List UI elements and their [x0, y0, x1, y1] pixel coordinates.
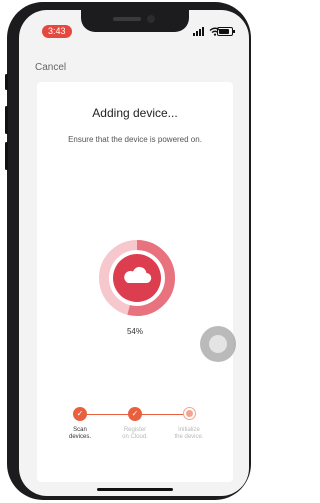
step-2-label-line2: on Cloud.: [122, 434, 148, 440]
speaker-grille: [113, 17, 141, 21]
volume-up-button: [5, 106, 8, 134]
check-icon: ✓: [131, 409, 139, 418]
status-time: 3:43: [42, 25, 72, 38]
step-indicator: ✓ Scan devices. ✓ Register on Cloud. Ini…: [37, 407, 233, 447]
step-1-status: ✓: [73, 407, 87, 421]
home-indicator[interactable]: [97, 488, 173, 491]
step-3-label-line1: Initialize: [178, 427, 200, 433]
instruction-text: Ensure that the device is powered on.: [68, 135, 202, 144]
phone-frame: 3:43 Cancel Adding device... Ensure that…: [5, 2, 251, 500]
notch: [81, 10, 189, 32]
progress-ring: [99, 240, 175, 316]
status-icons: [193, 26, 235, 36]
step-3-label-line2: the device.: [174, 434, 204, 440]
step-3-label: Initialize the device.: [164, 427, 214, 441]
phone-screen: 3:43 Cancel Adding device... Ensure that…: [19, 10, 249, 496]
adding-device-card: Adding device... Ensure that the device …: [37, 82, 233, 482]
step-1-label: Scan devices.: [55, 427, 105, 441]
cancel-button[interactable]: Cancel: [35, 62, 66, 73]
battery-icon: [217, 27, 235, 36]
check-icon: ✓: [76, 409, 84, 418]
step-1-label-line2: devices.: [68, 434, 91, 440]
front-camera: [147, 15, 155, 23]
step-1-label-line1: Scan: [73, 427, 87, 433]
step-2-label: Register on Cloud.: [110, 427, 160, 441]
assistive-touch-icon: [209, 335, 227, 353]
assistive-touch-button[interactable]: [200, 326, 236, 362]
silent-switch: [5, 74, 8, 90]
step-2-status: ✓: [128, 407, 142, 421]
pending-dot-icon: [186, 410, 193, 417]
page-title: Adding device...: [92, 106, 178, 120]
volume-down-button: [5, 142, 8, 170]
step-3-status: [183, 407, 196, 420]
step-2-label-line1: Register: [123, 427, 147, 433]
